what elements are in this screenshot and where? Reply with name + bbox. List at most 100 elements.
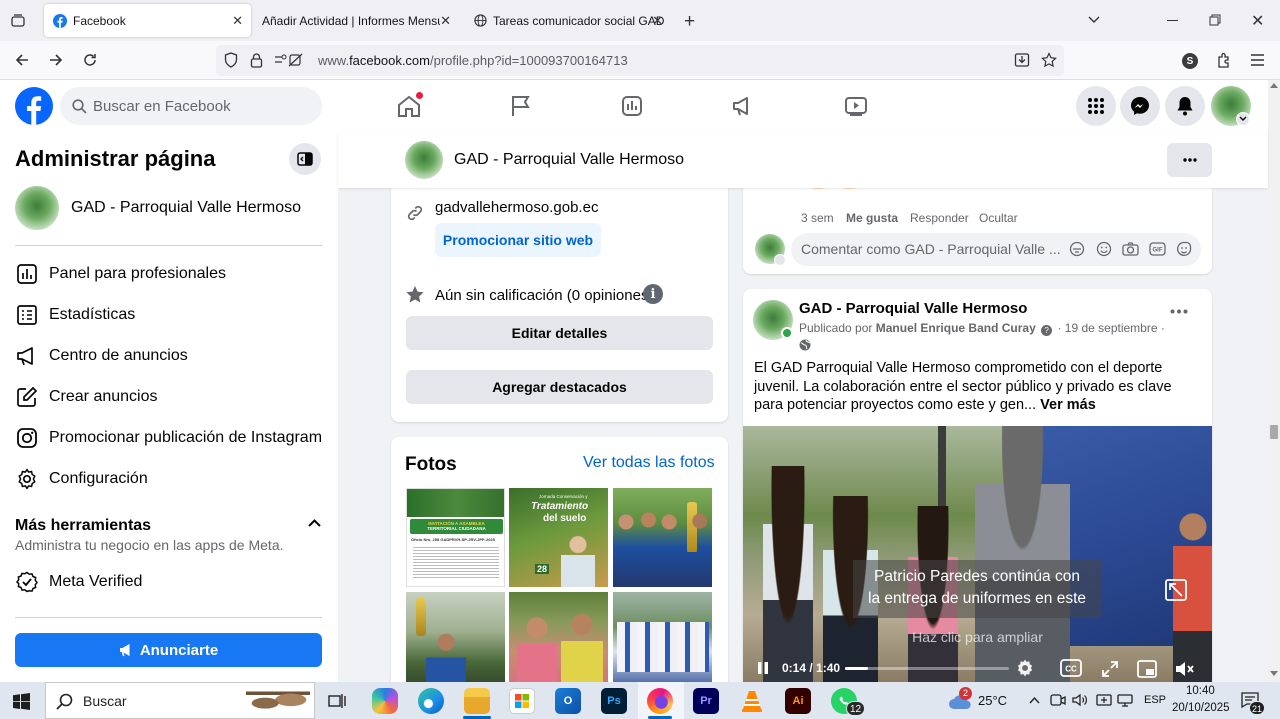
- exit-fullscreen-icon[interactable]: [1165, 579, 1187, 601]
- close-tab-icon[interactable]: ✕: [440, 13, 451, 29]
- video-progress-track[interactable]: [845, 667, 1009, 670]
- outlook-icon[interactable]: O: [555, 688, 581, 714]
- emoji-icon[interactable]: [1096, 241, 1112, 257]
- page-header-name[interactable]: GAD - Parroquial Valle Hermoso: [454, 151, 684, 169]
- permissions-icon[interactable]: [274, 53, 304, 67]
- photo-thumbnail[interactable]: [613, 488, 712, 587]
- page-avatar[interactable]: [405, 141, 443, 179]
- language-indicator[interactable]: ESP: [1144, 694, 1166, 706]
- scrollbar-thumb[interactable]: [1270, 425, 1278, 439]
- search-bar[interactable]: Buscar en Facebook: [60, 87, 322, 125]
- comment-input[interactable]: Comentar como GAD - Parroquial Valle ...…: [791, 233, 1201, 266]
- page-avatar[interactable]: [15, 186, 59, 230]
- weather-temp[interactable]: 25°C: [978, 693, 1007, 708]
- picture-in-picture-icon[interactable]: [1137, 660, 1157, 678]
- url-bar[interactable]: www.facebook.com/profile.php?id=10009370…: [216, 45, 1064, 76]
- post-date[interactable]: · 19 de septiembre ·: [1057, 321, 1164, 335]
- microsoft-store-icon[interactable]: [509, 688, 535, 714]
- website-link[interactable]: gadvallehermoso.gob.ec: [435, 199, 598, 216]
- like-comment-link[interactable]: Me gusta: [846, 211, 898, 225]
- storage-icon[interactable]: [1096, 693, 1112, 707]
- promote-website-button[interactable]: Promocionar sitio web: [435, 223, 601, 257]
- facebook-logo-icon[interactable]: [15, 87, 53, 125]
- collapse-sidebar-icon[interactable]: [289, 143, 321, 175]
- add-featured-button[interactable]: Agregar destacados: [406, 370, 713, 404]
- help-icon[interactable]: ?: [1041, 325, 1053, 336]
- sidebar-item-statistics[interactable]: Estadísticas: [15, 303, 135, 327]
- sidebar-item-ads-center[interactable]: Centro de anuncios: [15, 344, 188, 368]
- apps-menu-icon[interactable]: [1076, 86, 1116, 126]
- edit-details-button[interactable]: Editar detalles: [406, 316, 713, 350]
- scroll-up-icon[interactable]: [1270, 83, 1278, 88]
- page-scrollbar[interactable]: [1268, 80, 1280, 682]
- expand-icon[interactable]: [1102, 661, 1118, 677]
- close-tab-icon[interactable]: ✕: [232, 13, 243, 29]
- shield-icon[interactable]: [224, 52, 238, 68]
- see-all-photos-link[interactable]: Ver todas las fotos: [583, 454, 715, 472]
- page-name[interactable]: GAD - Parroquial Valle Hermoso: [71, 199, 301, 217]
- sidebar-item-settings[interactable]: Configuración: [15, 467, 148, 491]
- clock-date[interactable]: 20/10/2025: [1172, 702, 1230, 714]
- sidebar-item-instagram-promo[interactable]: Promocionar publicación de Instagram: [15, 426, 322, 450]
- task-view-icon[interactable]: [328, 692, 346, 710]
- copilot-icon[interactable]: [372, 688, 398, 714]
- meet-now-icon[interactable]: [1050, 693, 1066, 707]
- bookmark-star-icon[interactable]: [1041, 52, 1057, 68]
- mute-icon[interactable]: [1175, 660, 1195, 678]
- clock-time[interactable]: 10:40: [1186, 685, 1215, 697]
- minimize-icon[interactable]: [1167, 20, 1178, 21]
- windows-start-icon[interactable]: [13, 693, 30, 710]
- photo-thumbnail[interactable]: INVITACIÓN A ASAMBLEA TERRITORIAL CIUDAD…: [406, 488, 505, 587]
- extensions-icon[interactable]: [1216, 52, 1232, 69]
- insights-icon[interactable]: [621, 95, 643, 117]
- hide-comment-link[interactable]: Ocultar: [979, 211, 1018, 225]
- photoshop-icon[interactable]: Ps: [601, 688, 627, 714]
- edge-browser-icon[interactable]: [418, 688, 444, 714]
- messenger-icon[interactable]: [1120, 86, 1160, 126]
- post-options-icon[interactable]: [1170, 309, 1188, 314]
- close-tab-icon[interactable]: ✕: [652, 13, 663, 29]
- video-icon[interactable]: [844, 95, 868, 117]
- post-video[interactable]: Patricio Paredes continúa con la entrega…: [743, 426, 1212, 689]
- pages-flag-icon[interactable]: [510, 95, 532, 117]
- gif-icon[interactable]: GIF: [1149, 241, 1166, 257]
- forward-icon[interactable]: [48, 52, 64, 68]
- info-icon[interactable]: i: [643, 284, 663, 304]
- avatar-sticker-icon[interactable]: [1069, 241, 1085, 257]
- search-input[interactable]: Buscar en Facebook: [93, 98, 231, 115]
- premiere-icon[interactable]: Pr: [693, 688, 719, 714]
- reload-icon[interactable]: [82, 52, 98, 68]
- photo-thumbnail[interactable]: [406, 592, 505, 691]
- volume-icon[interactable]: [1072, 693, 1088, 707]
- taskbar-search[interactable]: Buscar: [45, 682, 315, 719]
- tray-chevron-up-icon[interactable]: [1029, 696, 1040, 704]
- chevron-down-icon[interactable]: [774, 254, 786, 266]
- notifications-bell-icon[interactable]: [1165, 86, 1205, 126]
- menu-icon[interactable]: [1251, 54, 1264, 66]
- photo-thumbnail[interactable]: [613, 592, 712, 691]
- see-more-link[interactable]: Ver más: [1040, 397, 1096, 413]
- tab-actividad[interactable]: Añadir Actividad | Informes Mensua ✕: [254, 4, 459, 37]
- pause-icon[interactable]: [757, 661, 769, 675]
- post-author-name[interactable]: GAD - Parroquial Valle Hermoso: [799, 300, 1027, 317]
- sidebar-item-create-ads[interactable]: Crear anuncios: [15, 385, 158, 409]
- network-icon[interactable]: [1117, 693, 1133, 707]
- camera-icon[interactable]: [1122, 241, 1139, 257]
- tab-tareas[interactable]: Tareas comunicador social GAD ✕: [466, 4, 671, 37]
- close-window-icon[interactable]: ✕: [1251, 11, 1264, 31]
- vlc-icon[interactable]: [739, 688, 765, 714]
- reply-comment-link[interactable]: Responder: [910, 211, 969, 225]
- account-icon[interactable]: S: [1182, 53, 1198, 69]
- advertise-button[interactable]: Anunciarte: [15, 633, 322, 667]
- chevron-up-icon[interactable]: [308, 518, 321, 528]
- illustrator-icon[interactable]: Ai: [785, 688, 811, 714]
- photo-thumbnail[interactable]: Jornada Conservación y Tratamiento del s…: [509, 488, 608, 587]
- account-chevron-icon[interactable]: [1236, 112, 1250, 126]
- sidebar-item-professional-dashboard[interactable]: Panel para profesionales: [15, 262, 226, 286]
- sidebar-item-meta-verified[interactable]: Meta Verified: [15, 570, 142, 594]
- maximize-icon[interactable]: [1209, 14, 1221, 26]
- firefox-icon[interactable]: [647, 688, 673, 714]
- sticker-icon[interactable]: [1176, 241, 1192, 257]
- scroll-down-icon[interactable]: [1270, 671, 1278, 676]
- tab-facebook[interactable]: Facebook ✕: [44, 4, 251, 37]
